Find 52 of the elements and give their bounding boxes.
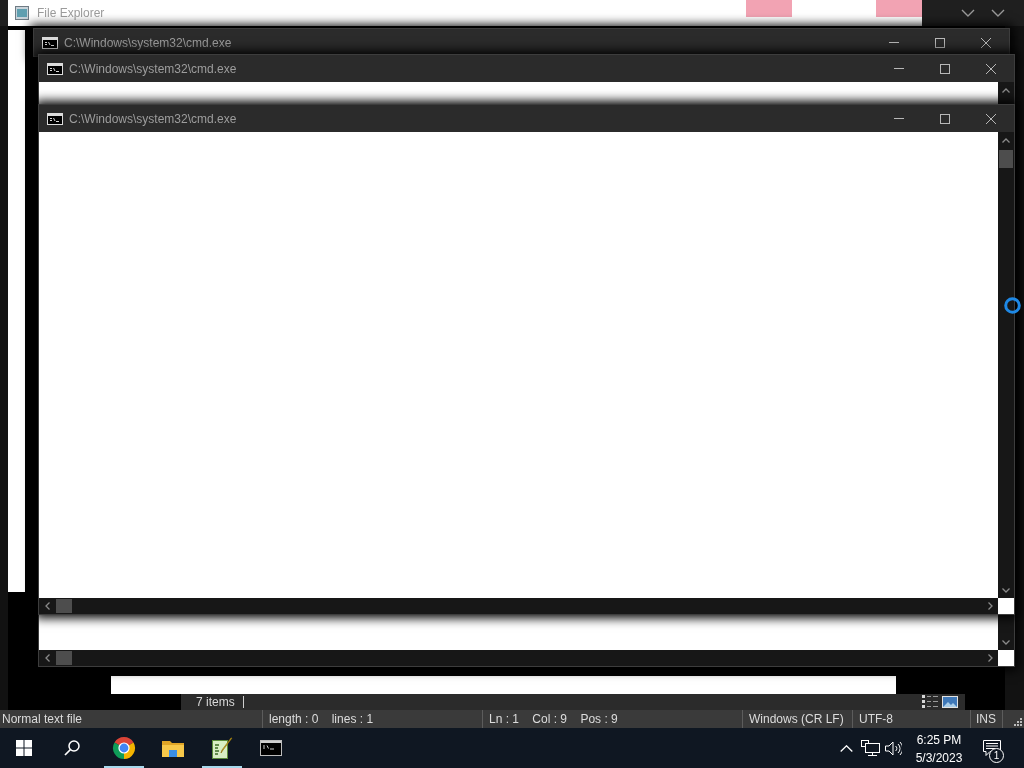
scrollbar-thumb[interactable]	[56, 651, 72, 665]
notepad-icon	[210, 737, 233, 759]
scroll-up-icon[interactable]	[1002, 87, 1010, 93]
scrollbar-corner	[998, 598, 1014, 614]
status-field: Normal text file	[0, 710, 262, 728]
terminal-icon	[42, 36, 58, 49]
terminal-icon	[47, 112, 63, 125]
scroll-up-icon[interactable]	[1002, 137, 1010, 143]
large-icons-view-button[interactable]	[940, 694, 960, 710]
scroll-left-icon[interactable]	[44, 602, 50, 610]
list-icon	[922, 695, 938, 709]
scroll-left-icon[interactable]	[44, 654, 50, 662]
scrollbar-thumb[interactable]	[56, 599, 72, 613]
scroll-down-icon[interactable]	[1002, 587, 1010, 593]
chevron-down-icon[interactable]	[961, 9, 975, 17]
window-title: File Explorer	[37, 5, 105, 22]
notification-button[interactable]: 1	[970, 728, 1014, 768]
scroll-right-icon[interactable]	[987, 654, 993, 662]
terminal-icon	[47, 62, 63, 75]
network-icon[interactable]	[860, 740, 880, 756]
window-title: C:\Windows\system32\cmd.exe	[69, 110, 237, 128]
close-icon	[986, 63, 996, 74]
scrollbar-corner	[998, 650, 1014, 666]
maximize-icon	[940, 63, 950, 74]
details-view-button[interactable]	[920, 694, 940, 710]
window-title: C:\Windows\system32\cmd.exe	[64, 34, 232, 52]
minimize-icon	[894, 118, 904, 119]
scrollbar-thumb[interactable]	[999, 150, 1013, 168]
window-title: C:\Windows\system32\cmd.exe	[69, 60, 237, 78]
window-icon	[15, 6, 29, 20]
terminal-icon	[259, 740, 282, 756]
start-icon	[16, 740, 32, 756]
busy-cursor-icon	[1004, 297, 1021, 314]
volume-icon[interactable]	[884, 740, 902, 756]
close-icon	[986, 113, 996, 124]
resize-grip-icon[interactable]	[1014, 718, 1022, 726]
search-icon	[64, 740, 80, 756]
maximize-icon	[940, 113, 950, 124]
notification-badge: 1	[989, 748, 1004, 763]
minimize-icon	[889, 42, 899, 43]
item-count: 7 items	[195, 694, 235, 710]
scroll-down-icon[interactable]	[1002, 639, 1010, 645]
browser-icon	[111, 736, 136, 760]
chevron-up-icon[interactable]	[839, 744, 853, 752]
minimize-icon	[894, 68, 904, 69]
clock-button[interactable]: 6:25 PM 5/3/2023	[910, 728, 968, 768]
close-icon	[981, 37, 991, 48]
folder-icon	[161, 739, 184, 757]
chevron-down-icon[interactable]	[991, 9, 1005, 17]
scroll-right-icon[interactable]	[987, 602, 993, 610]
picture-icon	[942, 696, 958, 708]
maximize-icon	[935, 37, 945, 48]
